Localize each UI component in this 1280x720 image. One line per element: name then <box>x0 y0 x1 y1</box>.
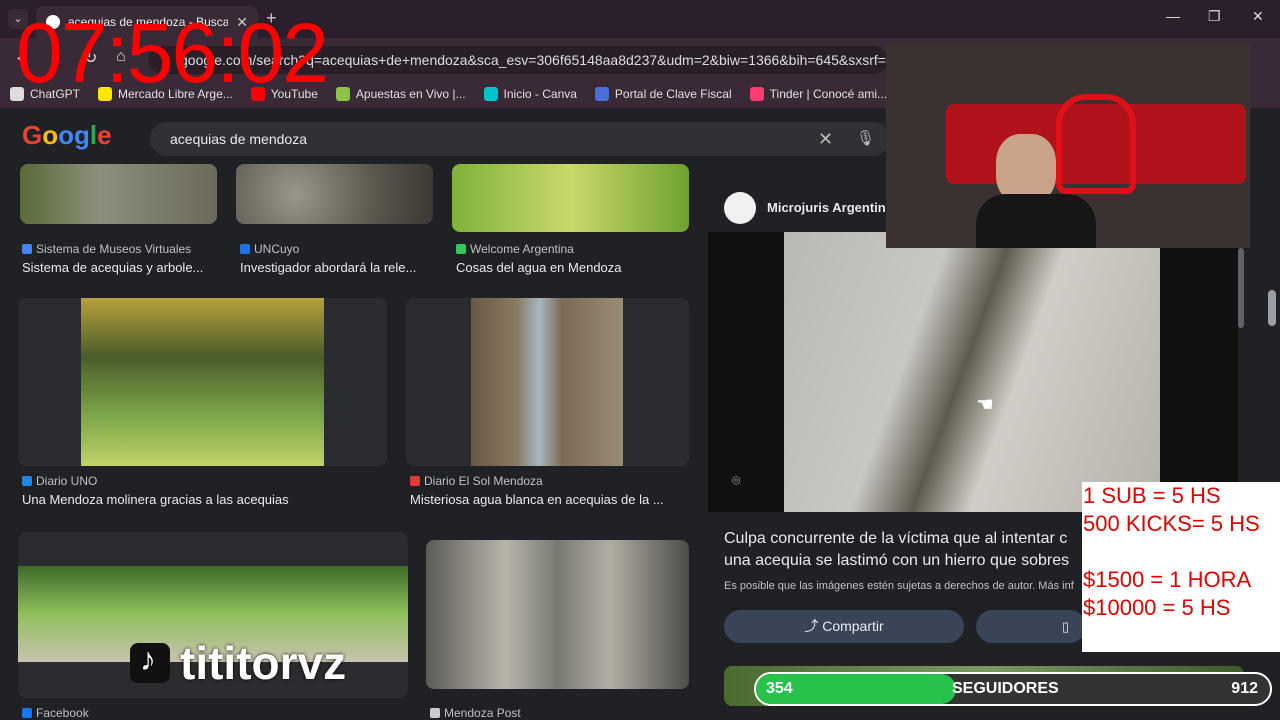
donation-rate-line: $1500 = 1 HORA <box>1083 567 1252 592</box>
maximize-icon[interactable]: ❐ <box>1208 8 1221 25</box>
tiktok-watermark: ♪ tititorvz <box>130 636 346 690</box>
result-image-3[interactable] <box>452 164 689 232</box>
donation-rate-line <box>1083 538 1280 566</box>
result-source-2[interactable]: UNCuyo <box>240 242 299 256</box>
result-title-5[interactable]: Misteriosa agua blanca en acequias de la… <box>410 492 680 507</box>
source-favicon-icon <box>456 244 466 254</box>
clear-search-icon[interactable]: ✕ <box>818 122 833 156</box>
followers-current: 354 <box>766 680 793 697</box>
minimize-icon[interactable]: — <box>1166 8 1180 24</box>
result-title-2[interactable]: Investigador abordará la rele... <box>240 260 440 275</box>
microphone-icon[interactable]: 🎙 <box>856 122 875 156</box>
search-query: acequias de mendoza <box>170 131 307 147</box>
result-source-5[interactable]: Diario El Sol Mendoza <box>410 474 543 488</box>
bookmark-label: Inicio - Canva <box>503 87 577 101</box>
bookmark-item[interactable]: Apuestas en Vivo |... <box>335 87 466 101</box>
result-image-4[interactable] <box>81 298 324 466</box>
bookmark-label: Tinder | Conocé ami... <box>769 87 888 101</box>
source-favicon-icon <box>22 708 32 718</box>
donation-rates-box: 1 SUB = 5 HS 500 KICKS= 5 HS $1500 = 1 HOR… <box>1082 482 1280 652</box>
donation-rate-line: $10000 = 5 HS <box>1083 595 1231 620</box>
result-source-6[interactable]: Facebook <box>22 706 89 720</box>
search-input[interactable]: acequias de mendoza ✕ 🎙 <box>150 122 890 156</box>
page-scrollbar[interactable] <box>1268 290 1276 326</box>
bookmark-favicon-icon <box>483 87 498 101</box>
result-title-4[interactable]: Una Mendoza molinera gracias a las acequ… <box>22 492 382 507</box>
source-favicon-icon <box>240 244 250 254</box>
tiktok-icon: ♪ <box>130 641 170 683</box>
result-image-2[interactable] <box>236 164 433 224</box>
bookmark-label: Apuestas en Vivo |... <box>355 87 466 101</box>
webcam-person-body <box>976 194 1096 248</box>
bookmark-item[interactable]: Portal de Clave Fiscal <box>594 87 732 101</box>
source-favicon-icon <box>22 476 32 486</box>
hand-cursor-icon: ☚ <box>976 394 994 416</box>
save-button[interactable]: ▯ <box>976 610 1086 643</box>
bookmark-favicon-icon <box>594 87 609 101</box>
donation-rate-line: 1 SUB = 5 HS <box>1083 483 1221 508</box>
panel-title[interactable]: Culpa concurrente de la víctima que al i… <box>724 528 1084 572</box>
donation-rate-line: 500 KICKS= 5 HS <box>1083 511 1260 536</box>
source-favicon-icon <box>410 476 420 486</box>
result-title-3[interactable]: Cosas del agua en Mendoza <box>456 260 686 275</box>
result-title-1[interactable]: Sistema de acequias y arbole... <box>22 260 222 275</box>
result-image-7[interactable] <box>426 540 689 689</box>
lens-icon[interactable]: ⌾ <box>732 472 750 490</box>
copyright-note: Es posible que las imágenes estén sujeta… <box>724 580 1074 592</box>
result-image-1[interactable] <box>20 164 217 224</box>
result-image-5[interactable] <box>471 298 623 466</box>
panel-main-image[interactable] <box>784 232 1160 512</box>
result-source-7[interactable]: Mendoza Post <box>430 706 521 720</box>
follower-goal-bar: 354 SEGUIDORES 912 <box>754 672 1272 706</box>
source-favicon-icon <box>22 244 32 254</box>
bookmark-icon: ▯ <box>1062 619 1070 634</box>
share-button[interactable]: ⤴ Compartir <box>724 610 964 643</box>
result-source-4[interactable]: Diario UNO <box>22 474 97 488</box>
bookmark-favicon-icon <box>335 87 350 101</box>
tiktok-handle: tititorvz <box>180 637 347 689</box>
source-favicon-icon <box>430 708 440 718</box>
followers-label: SEGUIDORES <box>952 680 1059 697</box>
panel-scrollbar[interactable] <box>1238 248 1244 328</box>
bookmark-label: Portal de Clave Fiscal <box>614 87 732 101</box>
bookmark-favicon-icon <box>749 87 764 101</box>
webcam-chair <box>1056 94 1136 194</box>
result-source-1[interactable]: Sistema de Museos Virtuales <box>22 242 191 256</box>
followers-goal: 912 <box>1231 680 1258 697</box>
webcam-overlay <box>886 44 1250 248</box>
close-window-icon[interactable]: ✕ <box>1252 8 1264 25</box>
panel-source[interactable]: Microjuris Argentina <box>767 200 893 215</box>
bookmark-item[interactable]: Inicio - Canva <box>483 87 577 101</box>
source-site-icon <box>724 192 756 224</box>
stream-timer: 07:56:02 <box>16 6 329 100</box>
share-icon: ⤴ <box>804 618 823 634</box>
google-logo[interactable]: Google <box>22 120 112 151</box>
bookmark-item[interactable]: Tinder | Conocé ami... <box>749 87 888 101</box>
result-source-3[interactable]: Welcome Argentina <box>456 242 574 256</box>
